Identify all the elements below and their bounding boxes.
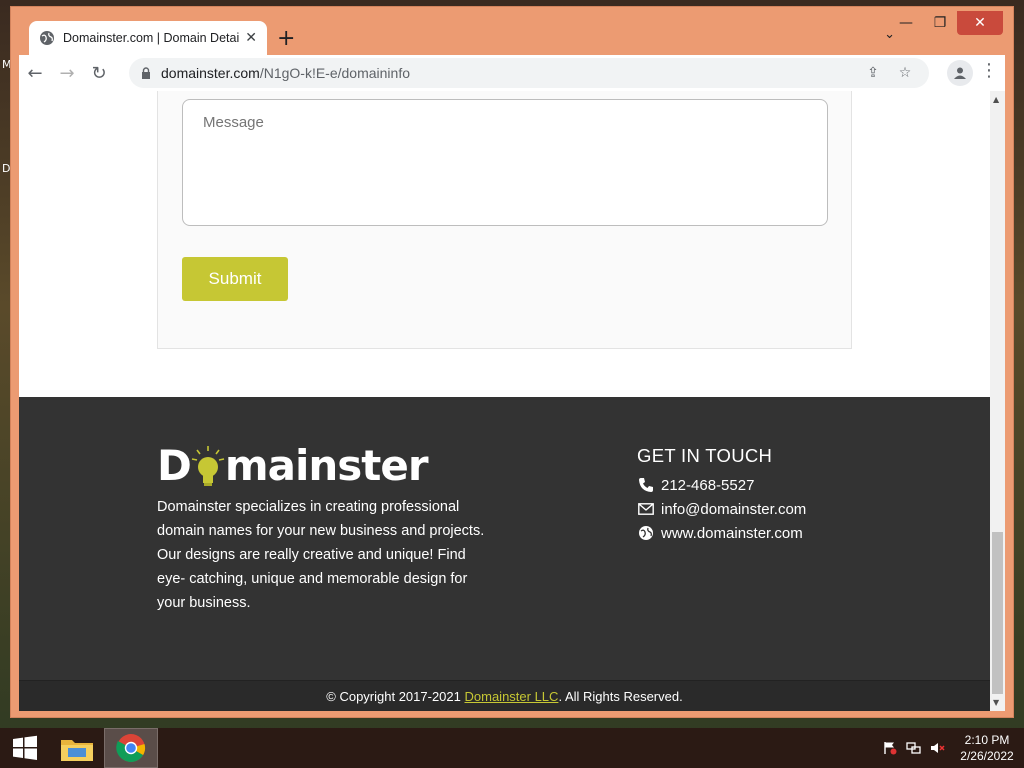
email-address[interactable]: info@domainster.com xyxy=(661,501,806,518)
url-text: domainster.com/N1gO-k!E-e/domaininfo xyxy=(161,65,853,81)
tab-close-icon[interactable]: ✕ xyxy=(245,30,257,46)
logo-text-right: mainster xyxy=(224,441,429,490)
logo-text-left: D xyxy=(157,441,192,490)
system-tray: 2:10 PM 2/26/2022 xyxy=(878,728,1024,768)
action-center-flag-icon[interactable] xyxy=(878,728,902,768)
url-path: /N1gO-k!E-e/domaininfo xyxy=(259,65,411,81)
lock-icon xyxy=(142,67,150,79)
site-footer: D mainster Domainster specializes in cre… xyxy=(19,397,990,680)
windows-start-button[interactable] xyxy=(0,728,50,768)
globe-icon xyxy=(637,525,655,541)
contact-email-row: info@domainster.com xyxy=(637,497,806,521)
kebab-menu-icon[interactable]: ⋮ xyxy=(979,60,999,86)
url-host: domainster.com xyxy=(161,65,260,81)
tab-title: Domainster.com | Domain Details xyxy=(63,31,240,45)
file-explorer-icon[interactable] xyxy=(50,728,104,768)
new-tab-button[interactable]: + xyxy=(277,26,295,51)
domainster-logo[interactable]: D mainster xyxy=(157,441,429,490)
volume-muted-icon[interactable] xyxy=(926,728,950,768)
chrome-icon[interactable] xyxy=(104,728,158,768)
profile-avatar-icon[interactable] xyxy=(947,60,973,86)
system-clock[interactable]: 2:10 PM 2/26/2022 xyxy=(950,732,1024,764)
browser-toolbar: ← → ↻ domainster.com/N1gO-k!E-e/domainin… xyxy=(19,55,1005,91)
copyright-prefix: © Copyright 2017-2021 xyxy=(326,689,465,704)
contact-website-row: www.domainster.com xyxy=(637,521,806,545)
browser-window: — ❐ ✕ Domainster.com | Domain Details ✕ … xyxy=(10,6,1014,718)
clock-time: 2:10 PM xyxy=(964,733,1010,747)
contact-section: GET IN TOUCH 212-468-5527 info@domainste… xyxy=(637,445,806,545)
about-text: Domainster specializes in creating profe… xyxy=(157,499,485,611)
scrollbar-thumb[interactable] xyxy=(992,532,1003,694)
submit-button[interactable]: Submit xyxy=(182,257,288,301)
tab-search-chevron-icon[interactable]: ⌄ xyxy=(884,27,895,42)
globe-icon xyxy=(40,31,54,45)
contact-form-card: Submit xyxy=(157,91,852,349)
phone-number: 212-468-5527 xyxy=(661,476,755,494)
address-bar[interactable]: domainster.com/N1gO-k!E-e/domaininfo ⇪ ☆ xyxy=(129,58,929,88)
forward-arrow-icon[interactable]: → xyxy=(51,57,83,89)
window-controls: — ❐ ✕ xyxy=(889,11,1003,35)
network-icon[interactable] xyxy=(902,728,926,768)
website-url[interactable]: www.domainster.com xyxy=(661,525,803,542)
copyright-link[interactable]: Domainster LLC xyxy=(465,689,559,704)
mail-icon xyxy=(637,503,655,515)
close-window-button[interactable]: ✕ xyxy=(957,11,1003,35)
copyright-bar: © Copyright 2017-2021 Domainster LLC . A… xyxy=(19,680,990,711)
page-viewport: Submit D mainster xyxy=(19,91,990,711)
phone-icon xyxy=(637,477,655,493)
back-arrow-icon[interactable]: ← xyxy=(19,57,51,89)
share-icon[interactable]: ⇪ xyxy=(861,65,885,81)
contact-phone-row: 212-468-5527 xyxy=(637,473,806,497)
scroll-down-arrow-icon[interactable]: ▼ xyxy=(993,698,999,707)
copyright-suffix: . All Rights Reserved. xyxy=(558,689,683,704)
contact-heading: GET IN TOUCH xyxy=(637,445,773,466)
lightbulb-icon xyxy=(191,446,225,486)
message-textarea[interactable] xyxy=(182,99,828,226)
maximize-button[interactable]: ❐ xyxy=(923,11,957,35)
browser-tab[interactable]: Domainster.com | Domain Details ✕ xyxy=(29,21,267,55)
page-scrollbar[interactable]: ▲ ▼ xyxy=(990,91,1005,711)
clock-date: 2/26/2022 xyxy=(960,749,1014,763)
star-icon[interactable]: ☆ xyxy=(893,65,917,81)
reload-icon[interactable]: ↻ xyxy=(83,57,115,89)
taskbar: 2:10 PM 2/26/2022 xyxy=(0,728,1024,768)
scroll-up-arrow-icon[interactable]: ▲ xyxy=(993,95,999,104)
